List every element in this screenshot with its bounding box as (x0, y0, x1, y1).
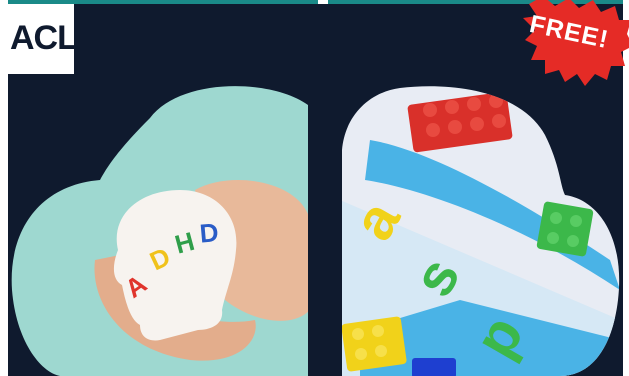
promo-banner: A D H D a s p ACL FREE! (0, 0, 629, 376)
blue-brick (412, 358, 456, 376)
adhd-photo: A D H D (11, 86, 308, 376)
logo-text: ACL (10, 19, 78, 57)
asd-photo: a s p (342, 86, 620, 376)
yellow-brick (342, 316, 407, 372)
green-brick (536, 201, 594, 257)
acl-logo: ACL (6, 4, 78, 74)
adhd-letter-d2: D (198, 217, 219, 249)
